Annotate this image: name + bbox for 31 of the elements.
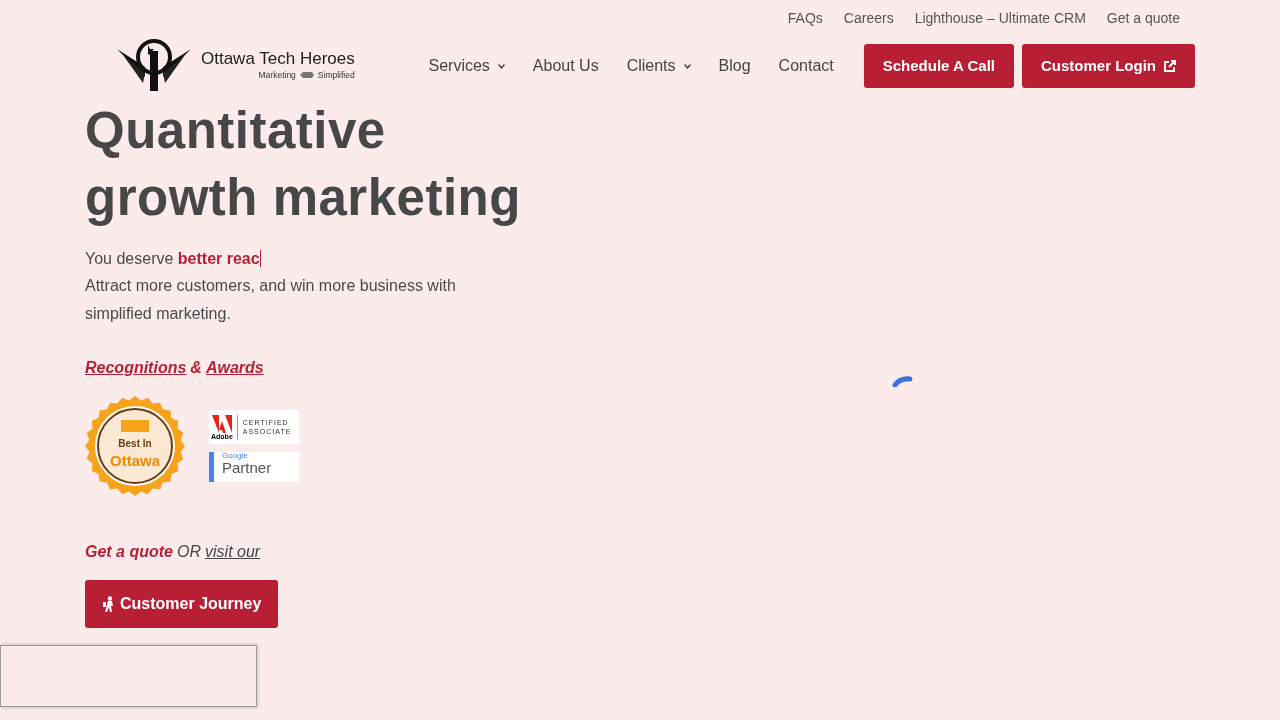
recognitions-link[interactable]: Recognitions <box>85 356 187 380</box>
best-in-ottawa-seal: Best In Ottawa <box>85 396 185 496</box>
nav-link[interactable]: Contact <box>778 54 834 78</box>
google-partner-badge: Google Partner <box>209 452 299 482</box>
or-text: OR <box>177 542 201 562</box>
get-a-quote-link[interactable]: Get a quote <box>85 540 173 564</box>
caret-icon <box>497 63 505 69</box>
caret-icon <box>683 63 691 69</box>
nav-link[interactable]: Services <box>428 54 505 78</box>
adobe-logo-icon <box>211 414 232 433</box>
hero-text: Attract more customers, and win more business with simplified marketing. <box>85 276 457 324</box>
logo-name: Ottawa Tech Heroes <box>201 50 355 69</box>
top-link[interactable]: Get a quote <box>1106 8 1180 29</box>
hiker-icon <box>102 596 116 612</box>
logo-tagline: Simplified <box>317 68 355 82</box>
hero-heading: Quantitative growth marketing <box>85 101 522 228</box>
top-link[interactable]: Careers <box>843 8 894 29</box>
nav-link[interactable]: Blog <box>718 54 751 78</box>
nav-link[interactable]: Clients <box>626 54 691 78</box>
ampersand-text: & <box>190 358 202 378</box>
awards-link[interactable]: Awards <box>205 356 264 380</box>
schedule-call-button[interactable]: Schedule A Call <box>863 43 1014 89</box>
nav-link[interactable]: About Us <box>532 54 599 78</box>
top-link[interactable]: FAQs <box>787 8 823 29</box>
customer-login-button[interactable]: Customer Login <box>1022 43 1195 89</box>
logo-tagline: Marketing <box>258 68 296 82</box>
hero-tagline: You deserve better reac <box>85 249 260 269</box>
external-link-icon <box>1164 60 1176 72</box>
top-link[interactable]: Lighthouse – Ultimate CRM <box>914 8 1086 29</box>
visit-link[interactable]: visit our <box>205 540 261 564</box>
customer-journey-button[interactable]: Customer Journey <box>85 580 279 628</box>
